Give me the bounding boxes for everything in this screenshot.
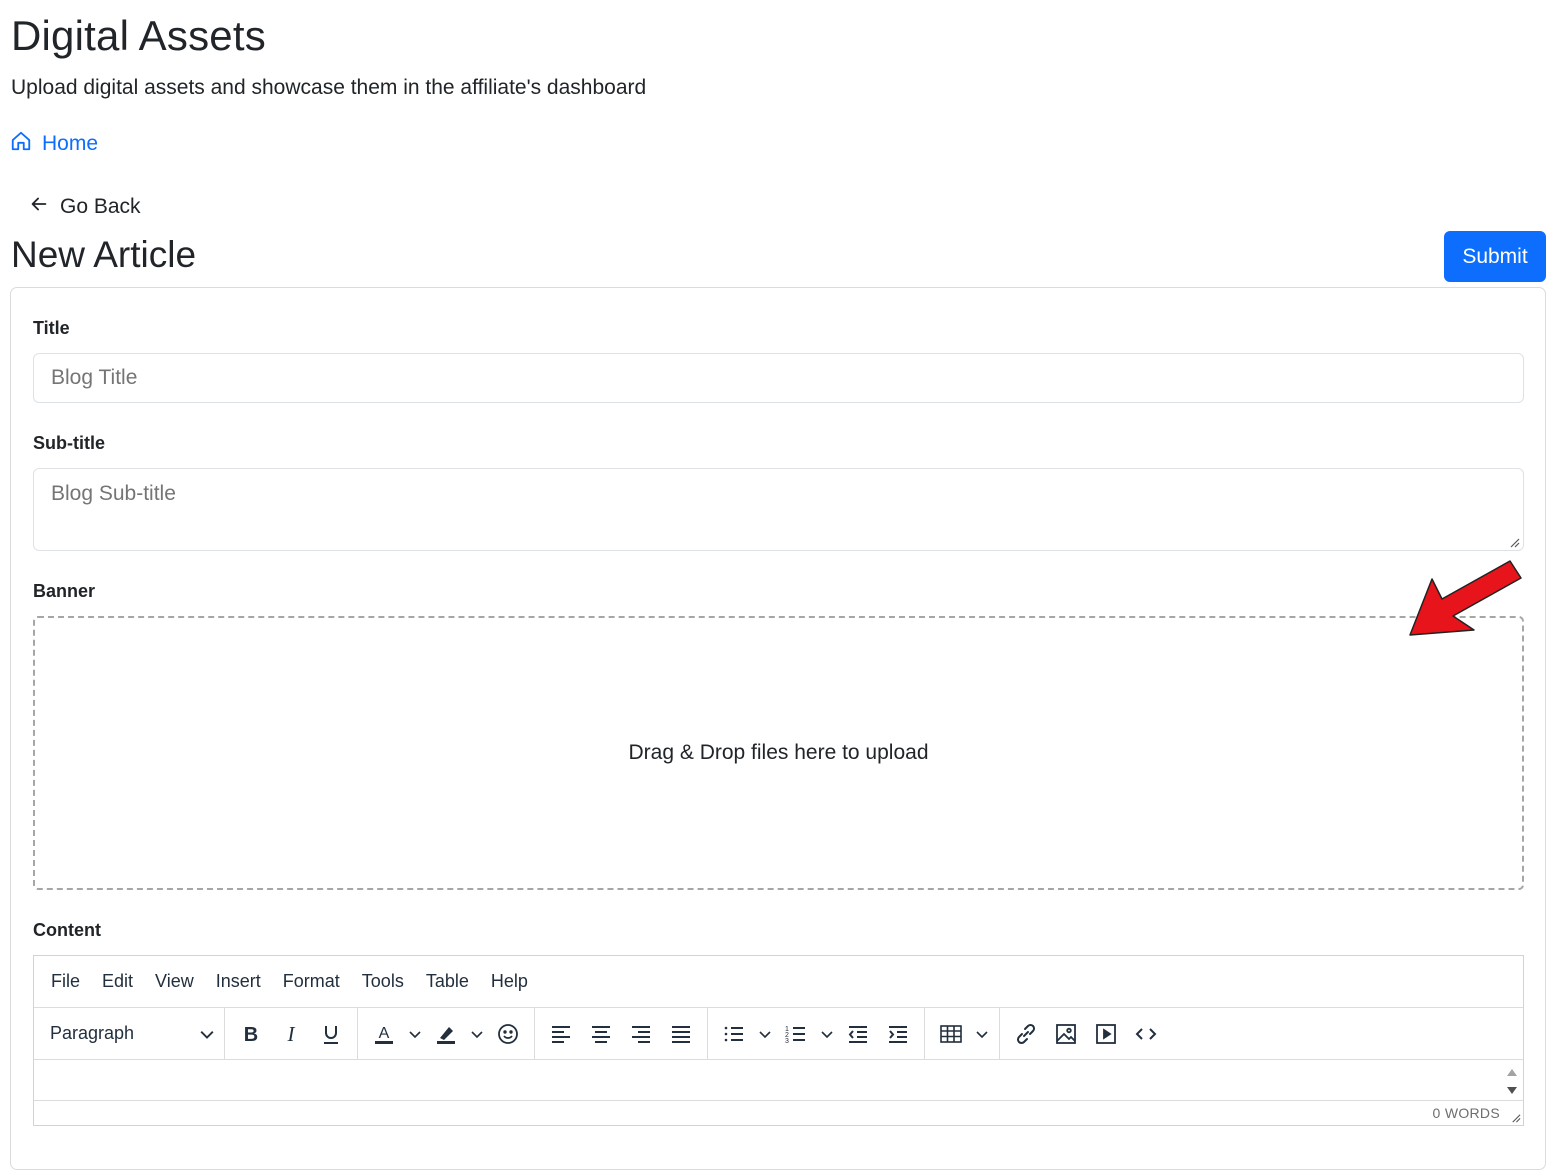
arrow-left-icon xyxy=(28,193,50,221)
align-right-icon[interactable] xyxy=(621,1014,661,1054)
subtitle-label: Sub-title xyxy=(33,433,105,453)
svg-text:3: 3 xyxy=(785,1038,789,1045)
title-input[interactable] xyxy=(33,353,1524,403)
home-icon xyxy=(10,130,32,158)
title-label: Title xyxy=(33,318,70,338)
image-icon[interactable] xyxy=(1046,1014,1086,1054)
page-title: Digital Assets xyxy=(11,12,266,59)
block-format-select[interactable]: Paragraph xyxy=(40,1014,224,1054)
align-left-icon[interactable] xyxy=(541,1014,581,1054)
menu-file[interactable]: File xyxy=(40,971,91,992)
word-count: 0 WORDS xyxy=(1432,1105,1500,1121)
svg-text:A: A xyxy=(379,1025,390,1042)
outdent-icon[interactable] xyxy=(838,1014,878,1054)
editor-toolbar: Paragraph B I A 1 2 3 xyxy=(34,1007,1523,1060)
bullet-list-icon[interactable] xyxy=(714,1014,754,1054)
go-back-button[interactable]: Go Back xyxy=(28,193,141,221)
go-back-label: Go Back xyxy=(60,195,141,218)
menu-help[interactable]: Help xyxy=(480,971,539,992)
menu-format[interactable]: Format xyxy=(272,971,351,992)
scroll-up-arrow-icon[interactable] xyxy=(1507,1069,1517,1076)
menu-insert[interactable]: Insert xyxy=(205,971,272,992)
form-heading: New Article xyxy=(11,234,197,275)
page-subtitle: Upload digital assets and showcase them … xyxy=(11,76,647,99)
text-color-chevron-icon[interactable] xyxy=(404,1014,426,1054)
editor-menubar: File Edit View Insert Format Tools Table… xyxy=(34,956,1523,1008)
text-color-icon[interactable]: A xyxy=(364,1014,404,1054)
svg-text:I: I xyxy=(287,1022,296,1046)
media-icon[interactable] xyxy=(1086,1014,1126,1054)
content-label: Content xyxy=(33,920,101,940)
subtitle-input[interactable] xyxy=(33,468,1524,551)
banner-label: Banner xyxy=(33,581,96,601)
indent-icon[interactable] xyxy=(878,1014,918,1054)
source-code-icon[interactable] xyxy=(1126,1014,1166,1054)
menu-tools[interactable]: Tools xyxy=(351,971,415,992)
emoji-icon[interactable] xyxy=(488,1014,528,1054)
link-icon[interactable] xyxy=(1006,1014,1046,1054)
resize-handle-icon[interactable] xyxy=(1508,536,1520,548)
table-icon[interactable] xyxy=(931,1014,971,1054)
align-center-icon[interactable] xyxy=(581,1014,621,1054)
chevron-down-icon xyxy=(200,1030,214,1039)
menu-table[interactable]: Table xyxy=(415,971,480,992)
banner-dropzone[interactable]: Drag & Drop files here to upload xyxy=(33,616,1524,890)
block-format-value: Paragraph xyxy=(50,1023,135,1043)
underline-icon[interactable] xyxy=(311,1014,351,1054)
scroll-down-arrow-icon[interactable] xyxy=(1507,1087,1517,1094)
menu-view[interactable]: View xyxy=(144,971,205,992)
svg-text:B: B xyxy=(244,1024,258,1046)
home-link-label: Home xyxy=(42,132,99,155)
bullet-list-chevron-icon[interactable] xyxy=(754,1014,776,1054)
align-justify-icon[interactable] xyxy=(661,1014,701,1054)
highlight-chevron-icon[interactable] xyxy=(466,1014,488,1054)
rich-text-editor: File Edit View Insert Format Tools Table… xyxy=(33,955,1524,1126)
italic-icon[interactable]: I xyxy=(271,1014,311,1054)
table-chevron-icon[interactable] xyxy=(971,1014,993,1054)
editor-resize-handle-icon[interactable] xyxy=(1510,1112,1521,1123)
submit-button[interactable]: Submit xyxy=(1444,231,1546,282)
home-link[interactable]: Home xyxy=(10,130,98,158)
dropzone-text: Drag & Drop files here to upload xyxy=(628,741,929,764)
editor-content-area[interactable] xyxy=(34,1061,1523,1101)
highlight-color-icon[interactable] xyxy=(426,1014,466,1054)
numbered-list-icon[interactable]: 123 xyxy=(776,1014,816,1054)
annotation-arrow-icon xyxy=(1409,560,1522,636)
editor-statusbar: 0 WORDS xyxy=(34,1102,1523,1126)
bold-icon[interactable]: B xyxy=(231,1014,271,1054)
menu-edit[interactable]: Edit xyxy=(91,971,144,992)
numbered-list-chevron-icon[interactable] xyxy=(816,1014,838,1054)
